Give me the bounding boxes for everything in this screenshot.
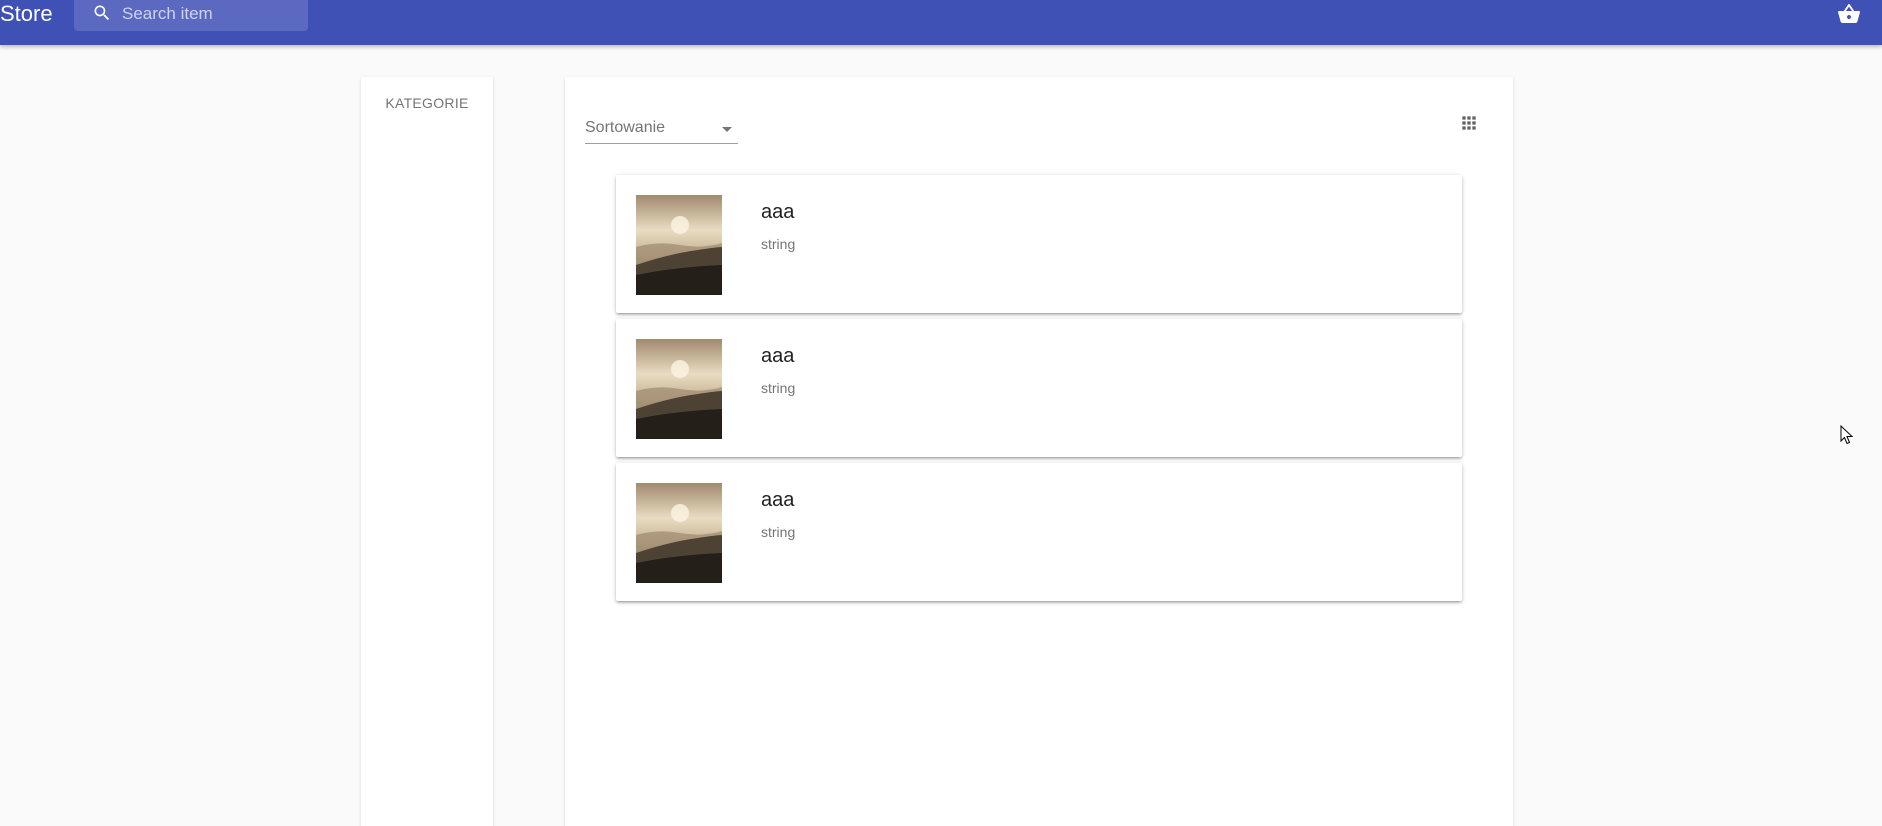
shopping-basket-icon[interactable] — [1836, 2, 1862, 26]
product-title: aaa — [761, 201, 795, 223]
categories-panel: KATEGORIE — [361, 77, 493, 826]
mouse-cursor-icon — [1840, 425, 1854, 445]
search-box[interactable] — [74, 0, 308, 31]
product-description: string — [761, 236, 796, 252]
sort-select-label: Sortowanie — [585, 119, 666, 136]
dropdown-arrow-icon — [722, 127, 732, 132]
product-description: string — [761, 380, 796, 396]
product-title: aaa — [761, 345, 795, 367]
product-image — [636, 339, 722, 439]
app-title[interactable]: Store — [0, 0, 53, 27]
product-image — [636, 195, 722, 295]
apps-grid-icon[interactable] — [1459, 113, 1479, 133]
products-panel: Sortowanie aaa string aaa string aaa str… — [565, 77, 1513, 826]
product-image — [636, 483, 722, 583]
app-bar: Store — [0, 0, 1882, 45]
product-title: aaa — [761, 489, 795, 511]
search-input[interactable] — [122, 0, 302, 27]
product-card[interactable]: aaa string — [616, 175, 1462, 313]
categories-title: KATEGORIE — [385, 95, 469, 111]
product-description: string — [761, 524, 796, 540]
search-icon — [94, 5, 110, 21]
sort-select[interactable]: Sortowanie — [585, 117, 738, 144]
product-list: aaa string aaa string aaa string — [616, 175, 1462, 607]
product-card[interactable]: aaa string — [616, 463, 1462, 601]
product-card[interactable]: aaa string — [616, 319, 1462, 457]
